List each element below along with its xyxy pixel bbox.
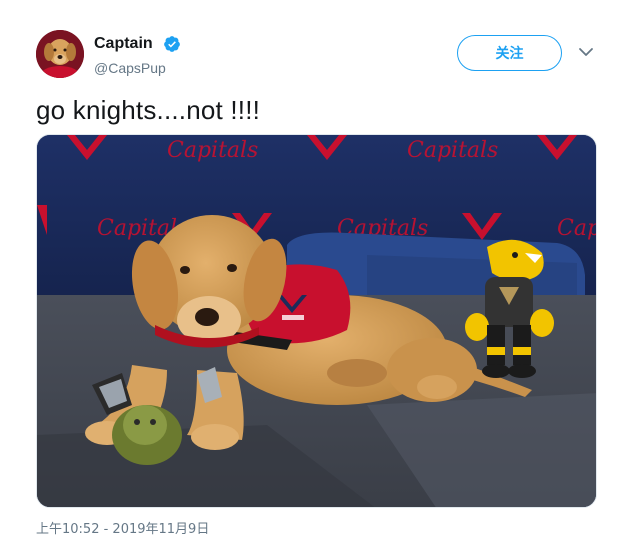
backdrop-logo-text: Capitals xyxy=(557,216,597,241)
backdrop-logo-text: Capitals xyxy=(407,138,498,163)
display-name[interactable]: Captain xyxy=(94,34,153,54)
tweet-text: go knights....not !!!! xyxy=(36,95,261,125)
follow-button[interactable]: 关注 xyxy=(457,35,562,71)
user-handle[interactable]: @CapsPup xyxy=(94,59,166,77)
tweet-photo[interactable]: Capitals Capitals Capitals Capitals Capi… xyxy=(36,134,597,508)
backdrop-logo-text: Capitals xyxy=(167,138,258,163)
chevron-down-icon[interactable] xyxy=(578,45,594,59)
tweet-card: Captain @CapsPup 关注 go knights....not !!… xyxy=(0,0,632,542)
verified-badge-icon xyxy=(164,36,180,52)
tweet-timestamp[interactable]: 上午10:52 - 2019年11月9日 xyxy=(36,522,209,538)
avatar[interactable] xyxy=(36,30,84,78)
